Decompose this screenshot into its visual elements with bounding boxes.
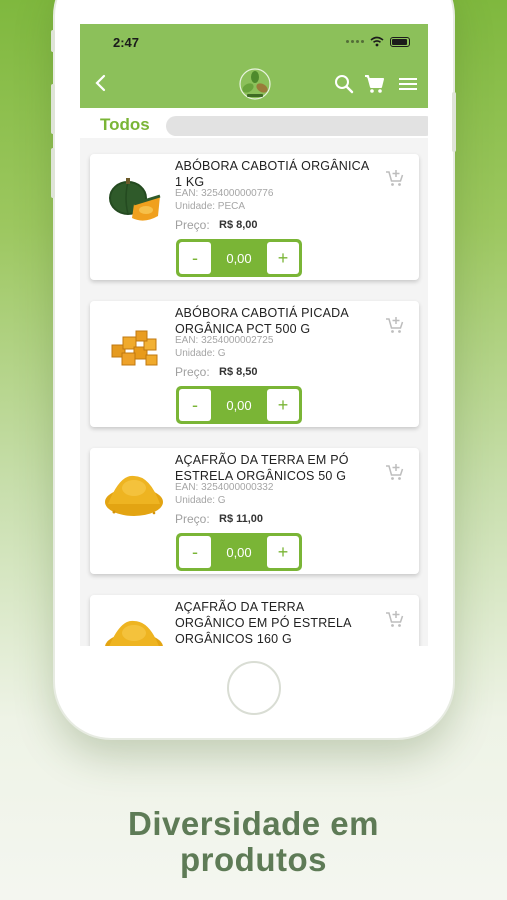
- battery-icon: [390, 36, 410, 47]
- increase-button[interactable]: +: [267, 389, 299, 421]
- product-card[interactable]: ABÓBORA CABOTIÁ ORGÂNICA 1 KG EAN: 32540…: [90, 154, 419, 280]
- product-name: AÇAFRÃO DA TERRA ORGÂNICO EM PÓ ESTRELA …: [175, 600, 351, 646]
- price-label: Preço:: [175, 218, 210, 232]
- product-unit: Unidade: G: [175, 348, 226, 359]
- product-card[interactable]: AÇAFRÃO DA TERRA EM PÓ ESTRELA ORGÂNICOS…: [90, 448, 419, 574]
- product-image-pumpkin: [109, 178, 161, 221]
- logo-icon[interactable]: [238, 67, 272, 101]
- product-image-diced-pumpkin: [111, 330, 158, 366]
- product-ean: EAN: 3254000000332: [175, 482, 274, 493]
- price-label: Preço:: [175, 512, 210, 526]
- category-scroll-track[interactable]: [166, 116, 428, 136]
- quantity-stepper: - 0,00 +: [176, 386, 302, 424]
- product-unit: Unidade: PECA: [175, 201, 246, 212]
- product-name: ABÓBORA CABOTIÁ ORGÂNICA 1 KG: [175, 159, 369, 189]
- phone-volume-down: [51, 148, 55, 198]
- product-name: AÇAFRÃO DA TERRA EM PÓ ESTRELA ORGÂNICOS…: [175, 453, 349, 483]
- quantity-value[interactable]: 0,00: [212, 241, 266, 275]
- phone-home-button[interactable]: [227, 661, 281, 715]
- quantity-value[interactable]: 0,00: [212, 388, 266, 422]
- product-ean: EAN: 3254000000776: [175, 188, 274, 199]
- menu-icon[interactable]: [398, 75, 418, 93]
- wifi-icon: [370, 36, 384, 47]
- search-icon[interactable]: [333, 73, 355, 95]
- product-ean: EAN: 3254000002725: [175, 335, 274, 346]
- category-tab-todos[interactable]: Todos: [100, 115, 150, 135]
- product-name: ABÓBORA CABOTIÁ PICADA ORGÂNICA PCT 500 …: [175, 306, 349, 336]
- decrease-button[interactable]: -: [179, 242, 211, 274]
- category-filter-bar: Todos: [80, 108, 428, 138]
- promo-caption: Diversidade em produtos: [0, 806, 507, 878]
- product-list: ABÓBORA CABOTIÁ ORGÂNICA 1 KG EAN: 32540…: [80, 138, 428, 646]
- cart-icon[interactable]: [363, 73, 385, 95]
- decrease-button[interactable]: -: [179, 536, 211, 568]
- add-to-cart-icon[interactable]: [385, 168, 405, 188]
- quantity-stepper: - 0,00 +: [176, 533, 302, 571]
- product-price: R$ 8,50: [219, 366, 258, 378]
- product-price: R$ 11,00: [219, 513, 264, 525]
- decrease-button[interactable]: -: [179, 389, 211, 421]
- phone-volume-up: [51, 84, 55, 134]
- phone-side-button: [51, 30, 55, 52]
- caption-line-2: produtos: [180, 841, 327, 878]
- increase-button[interactable]: +: [267, 242, 299, 274]
- app-screen: 2:47 Todos ABÓBORA CABOTIÁ ORGÂNICA 1 KG…: [80, 24, 428, 646]
- quantity-value[interactable]: 0,00: [212, 535, 266, 569]
- add-to-cart-icon[interactable]: [385, 462, 405, 482]
- product-price: R$ 8,00: [219, 219, 258, 231]
- app-header: 2:47: [80, 24, 428, 108]
- add-to-cart-icon[interactable]: [385, 609, 405, 629]
- product-unit: Unidade: G: [175, 495, 226, 506]
- product-image-turmeric-powder: [105, 620, 163, 646]
- product-image-turmeric-powder: [105, 475, 163, 516]
- add-to-cart-icon[interactable]: [385, 315, 405, 335]
- increase-button[interactable]: +: [267, 536, 299, 568]
- status-time: 2:47: [113, 35, 140, 50]
- status-icons: [346, 36, 410, 47]
- signal-icon: [346, 40, 364, 43]
- product-card[interactable]: ABÓBORA CABOTIÁ PICADA ORGÂNICA PCT 500 …: [90, 301, 419, 427]
- product-card[interactable]: AÇAFRÃO DA TERRA ORGÂNICO EM PÓ ESTRELA …: [90, 595, 419, 646]
- phone-power-button: [452, 92, 456, 152]
- back-icon[interactable]: [90, 72, 112, 94]
- quantity-stepper: - 0,00 +: [176, 239, 302, 277]
- price-label: Preço:: [175, 365, 210, 379]
- caption-line-1: Diversidade em: [128, 805, 379, 842]
